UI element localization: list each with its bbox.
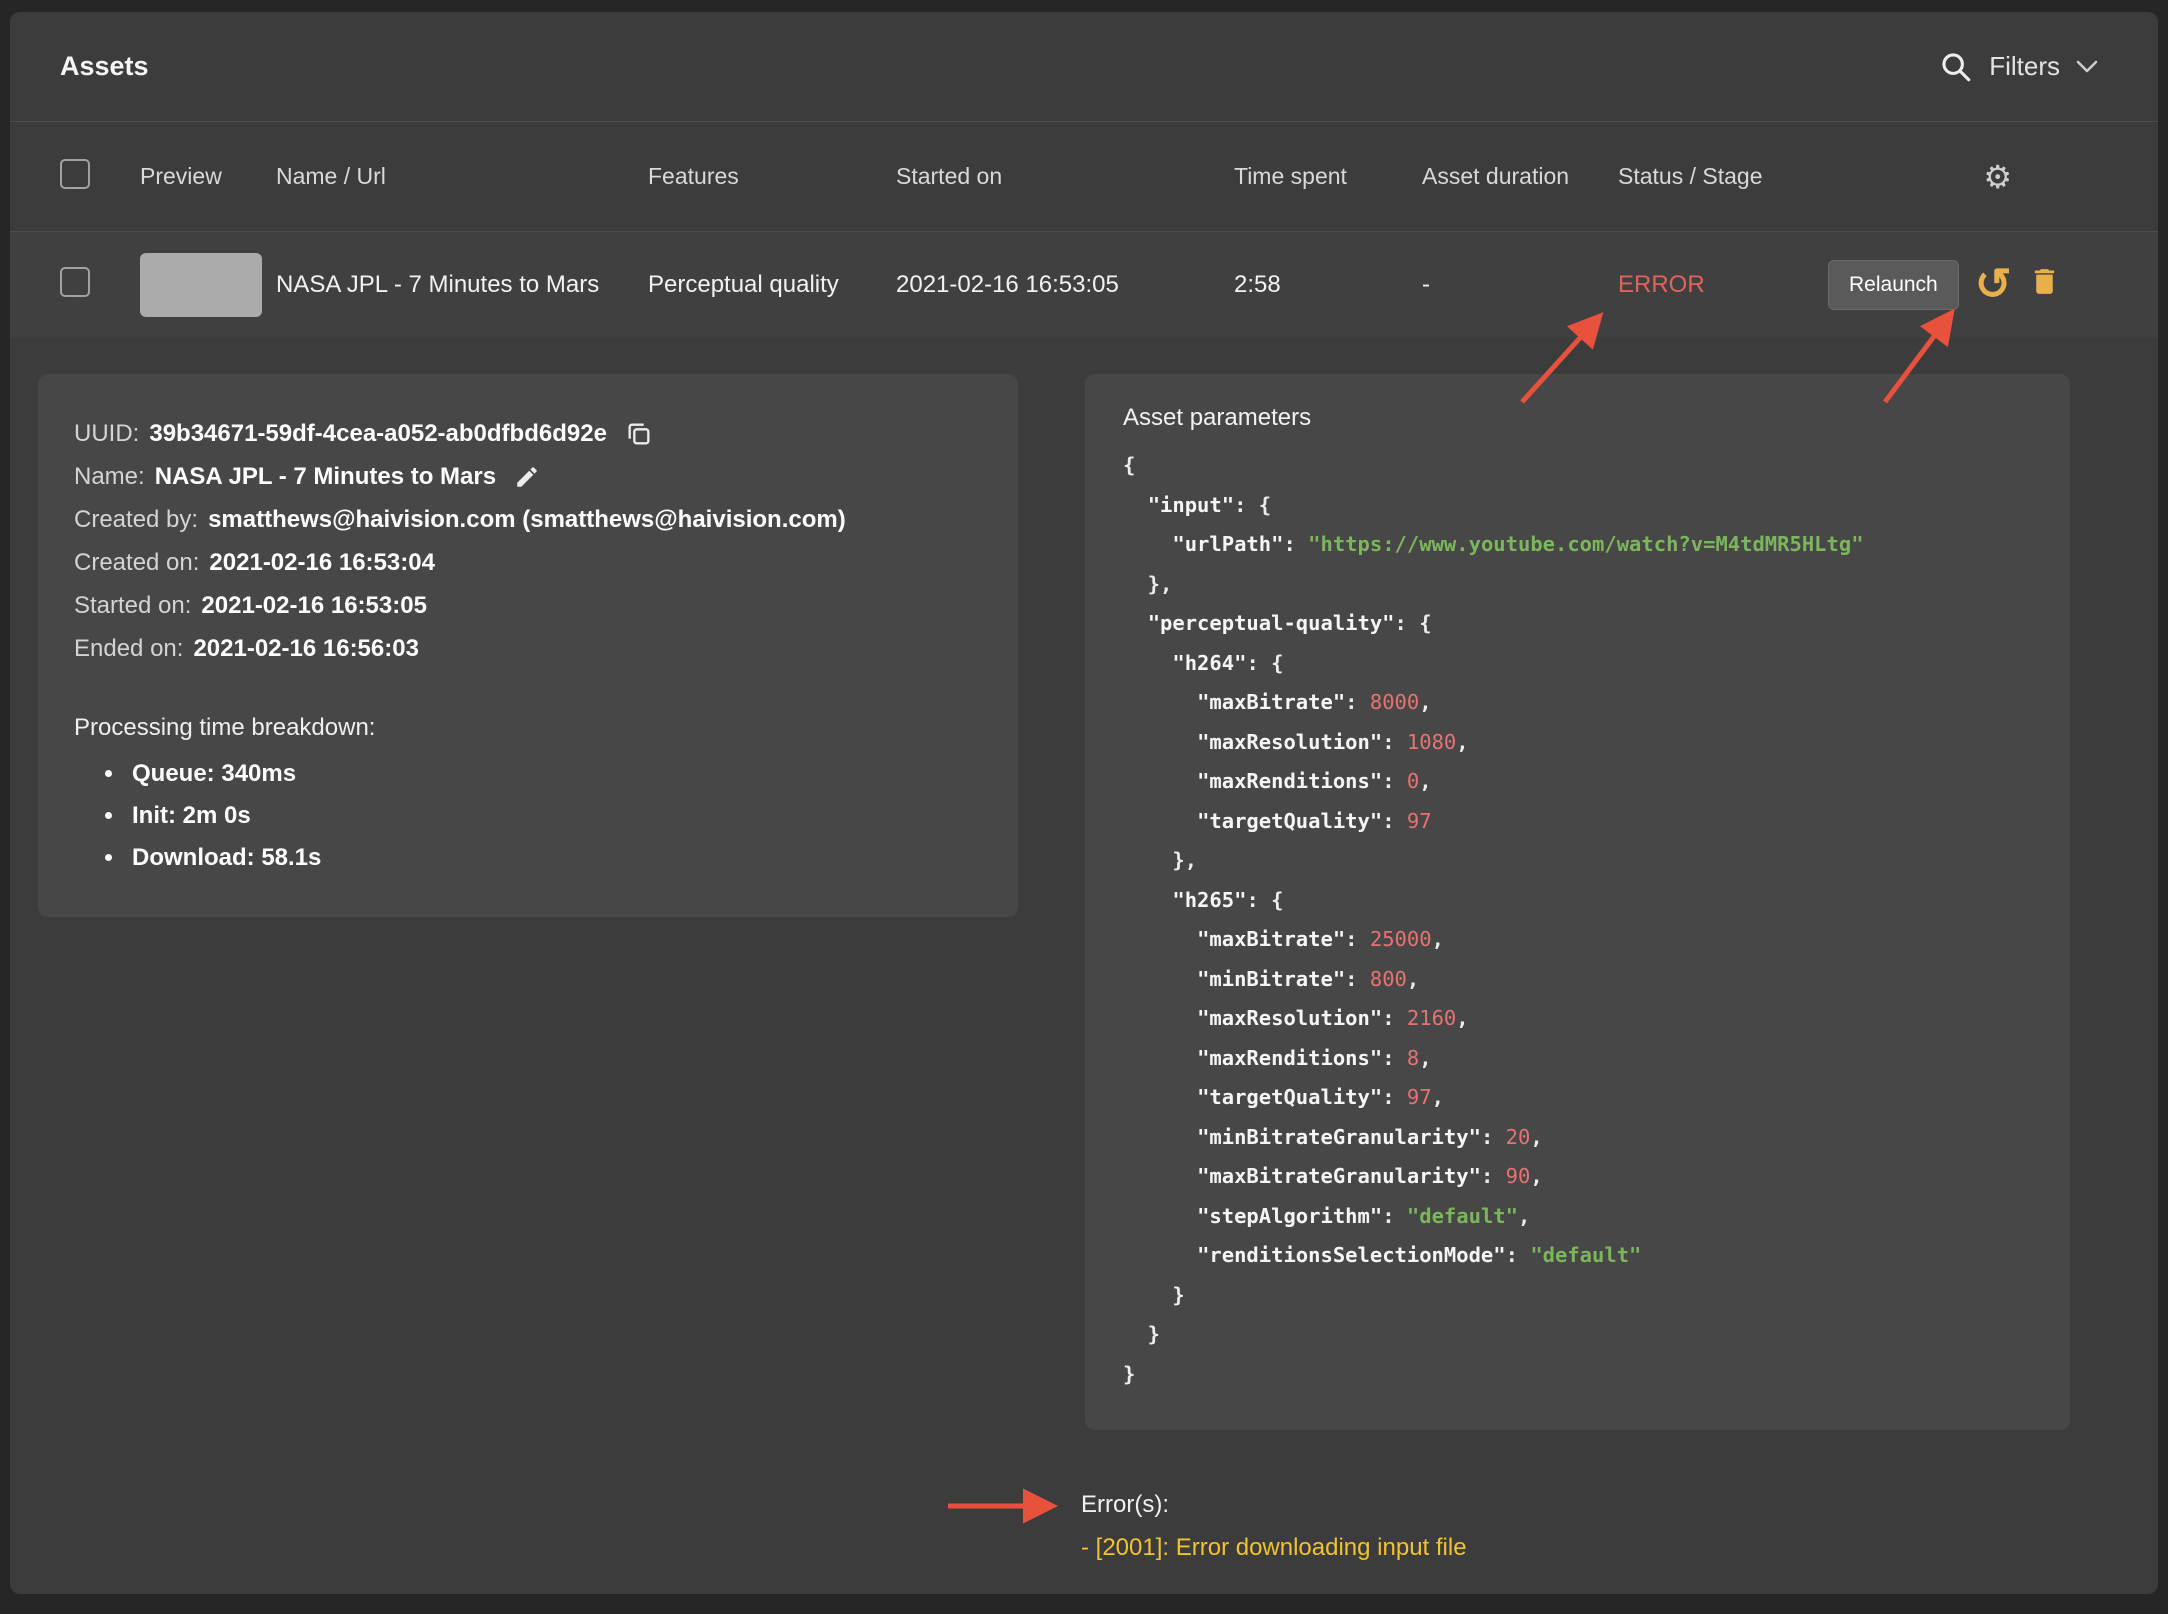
column-header-features: Features [648,163,896,190]
created-by-line: Created by: smatthews@haivision.com (sma… [74,498,982,541]
table-row[interactable]: NASA JPL - 7 Minutes to Mars Perceptual … [10,232,2158,338]
created-by-label: Created by: [74,498,198,541]
asset-parameters-panel: Asset parameters { "input": { "urlPath":… [1085,374,2070,1430]
row-actions: Relaunch ↺ [1828,260,2061,310]
column-header-status-stage: Status / Stage [1618,163,1828,190]
column-header-asset-duration: Asset duration [1422,163,1618,190]
created-on-label: Created on: [74,541,199,584]
row-preview-cell [140,253,276,317]
filters-label: Filters [1989,51,2060,82]
name-label: Name: [74,455,145,498]
filters-control[interactable]: Filters [1939,50,2098,84]
chevron-down-icon[interactable] [2076,60,2098,74]
row-asset-duration-cell: - [1422,271,1618,299]
edit-pencil-icon[interactable] [514,464,540,490]
created-on-value: 2021-02-16 16:53:04 [209,541,435,584]
status-badge: ERROR [1618,271,1828,299]
row-features-cell: Perceptual quality [648,271,896,299]
created-on-line: Created on: 2021-02-16 16:53:04 [74,541,982,584]
column-header-time-spent: Time spent [1234,163,1422,190]
breakdown-item-init: Init: 2m 0s [126,795,982,837]
column-header-name-url: Name / Url [276,163,648,190]
breakdown-item-download: Download: 58.1s [126,837,982,879]
uuid-line: UUID: 39b34671-59df-4cea-a052-ab0dfbd6d9… [74,412,982,455]
error-message: - [2001]: Error downloading input file [1081,1528,2158,1568]
processing-breakdown-list: Queue: 340ms Init: 2m 0s Download: 58.1s [126,753,982,879]
page-title: Assets [60,51,149,82]
ended-on-label: Ended on: [74,627,183,670]
row-checkbox[interactable] [60,267,90,297]
row-time-spent-cell: 2:58 [1234,271,1422,299]
errors-section: Error(s): - [2001]: Error downloading in… [1081,1488,2158,1568]
preview-thumbnail[interactable] [140,253,262,317]
breakdown-item-queue: Queue: 340ms [126,753,982,795]
select-all-checkbox[interactable] [60,159,90,189]
ended-on-line: Ended on: 2021-02-16 16:56:03 [74,627,982,670]
gear-icon[interactable]: ⚙ [1983,161,2012,193]
started-on-label: Started on: [74,584,191,627]
started-on-value: 2021-02-16 16:53:05 [201,584,427,627]
started-on-line: Started on: 2021-02-16 16:53:05 [74,584,982,627]
processing-breakdown-title: Processing time breakdown: [74,706,982,749]
assets-page: Assets Filters Preview N [0,0,2168,1614]
trash-icon[interactable] [2028,265,2061,305]
column-settings-cell: ⚙ [1828,161,2060,193]
uuid-label: UUID: [74,412,139,455]
row-select-cell [60,267,140,304]
asset-parameters-json: { "input": { "urlPath": "https://www.you… [1123,446,2032,1394]
relaunch-button[interactable]: Relaunch [1828,260,1959,310]
uuid-value: 39b34671-59df-4cea-a052-ab0dfbd6d92e [149,412,607,455]
table-header-row: Preview Name / Url Features Started on T… [10,122,2158,232]
name-value: NASA JPL - 7 Minutes to Mars [155,455,496,498]
row-started-on-cell: 2021-02-16 16:53:05 [896,271,1234,299]
select-all-cell [60,159,140,195]
name-line: Name: NASA JPL - 7 Minutes to Mars [74,455,982,498]
retry-icon[interactable]: ↺ [1975,263,2012,307]
copy-icon[interactable] [625,420,653,448]
search-icon[interactable] [1939,50,1973,84]
app-window: Assets Filters Preview N [10,12,2158,1594]
asset-details-panel: UUID: 39b34671-59df-4cea-a052-ab0dfbd6d9… [38,374,1018,917]
column-header-preview: Preview [140,163,276,190]
errors-title: Error(s): [1081,1488,2158,1522]
row-name-cell: NASA JPL - 7 Minutes to Mars [276,271,648,299]
expanded-details: UUID: 39b34671-59df-4cea-a052-ab0dfbd6d9… [10,338,2158,1430]
ended-on-value: 2021-02-16 16:56:03 [193,627,419,670]
header: Assets Filters [10,12,2158,122]
column-header-started-on: Started on [896,163,1234,190]
asset-parameters-title: Asset parameters [1123,404,2032,432]
created-by-value: smatthews@haivision.com (smatthews@haivi… [208,498,846,541]
